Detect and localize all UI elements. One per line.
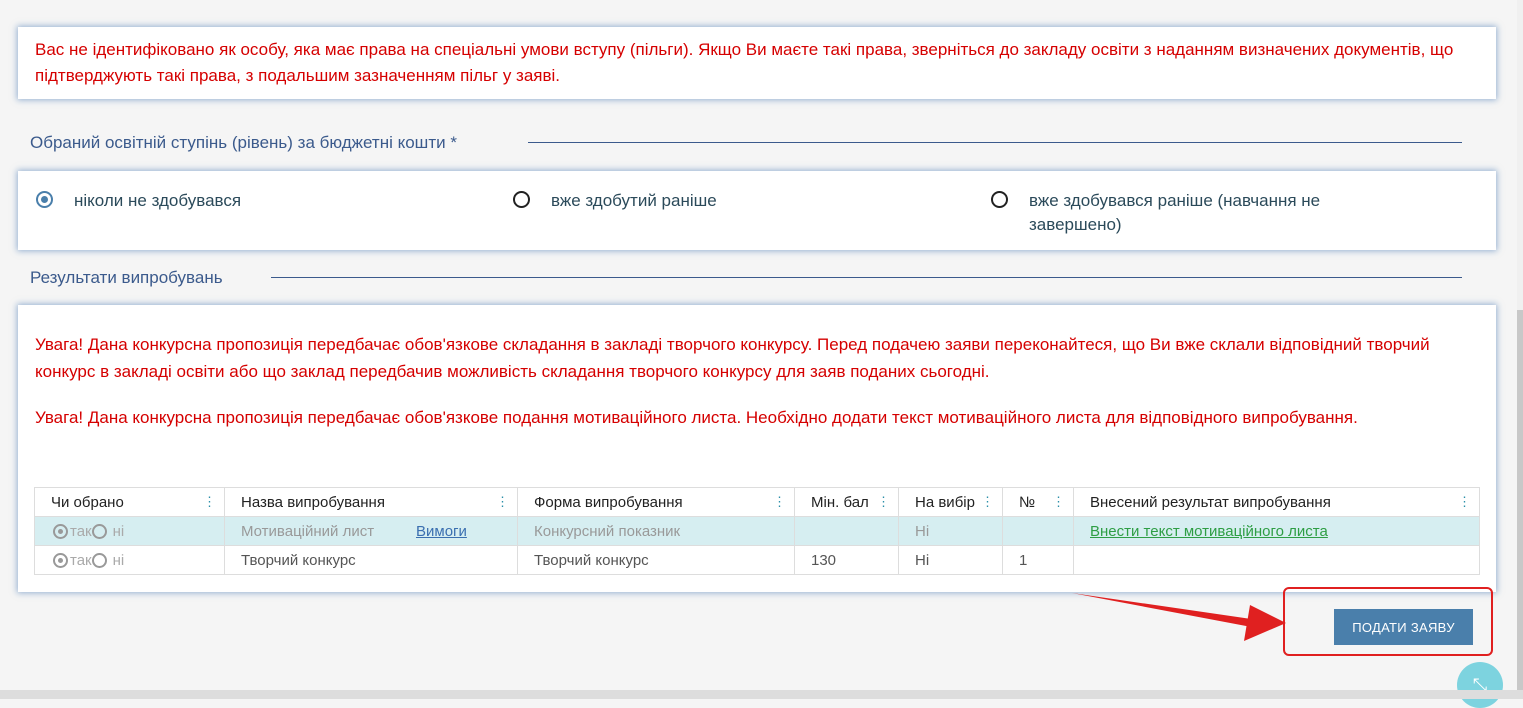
radio-no-label: ні	[112, 551, 125, 569]
degree-section-title: Обраний освітній ступінь (рівень) за бюд…	[30, 133, 457, 152]
kebab-icon[interactable]: ⋮	[203, 495, 216, 509]
annotation-arrow	[1072, 593, 1286, 641]
degree-option-never[interactable]: ніколи не здобувався	[36, 189, 476, 213]
exam-results-table: Чи обрано ⋮ Назва випробування ⋮ Форма вип…	[34, 487, 1480, 575]
table-row: так ні Творчий конкурс Творчий конкурс 13…	[34, 545, 1480, 575]
degree-option-obtained[interactable]: вже здобутий раніше	[513, 189, 953, 213]
kebab-icon[interactable]: ⋮	[496, 495, 509, 509]
radio-no-icon[interactable]	[91, 523, 107, 539]
column-header-name[interactable]: Назва випробування ⋮	[224, 487, 518, 517]
degree-option-incomplete[interactable]: вже здобувався раніше (навчання не завер…	[991, 189, 1371, 237]
column-header-form[interactable]: Форма випробування ⋮	[517, 487, 795, 517]
kebab-icon[interactable]: ⋮	[877, 495, 890, 509]
privileges-alert-text: Вас не ідентифіковано як особу, яка має …	[35, 40, 1454, 85]
column-header-optional[interactable]: На вибір ⋮	[898, 487, 1003, 517]
scrollbar-thumb[interactable]	[1517, 310, 1523, 690]
selected-cell: так ні	[34, 545, 225, 575]
creative-contest-warning: Увага! Дана конкурсна пропозиція передба…	[35, 335, 1430, 381]
collapse-icon[interactable]: ⤡	[1457, 662, 1503, 708]
optional-cell: Ні	[898, 516, 1003, 546]
column-header-min-score[interactable]: Мін. бал ⋮	[794, 487, 899, 517]
column-header-number[interactable]: № ⋮	[1002, 487, 1074, 517]
radio-no-icon[interactable]	[91, 552, 107, 568]
selected-cell: так ні	[34, 516, 225, 546]
requirements-link[interactable]: Вимоги	[416, 523, 467, 540]
number-cell: 1	[1002, 545, 1074, 575]
exam-name-cell: Творчий конкурс	[224, 545, 518, 575]
result-cell: Внести текст мотиваційного листа	[1073, 516, 1480, 546]
radio-yes-label: так	[70, 522, 92, 540]
radio-yes-label: так	[70, 551, 92, 569]
degree-section-divider	[528, 142, 1462, 143]
results-section-title: Результати випробувань	[30, 268, 223, 287]
enter-motivation-letter-link[interactable]: Внести текст мотиваційного листа	[1090, 523, 1328, 540]
min-score-cell	[794, 516, 899, 546]
degree-option-label: вже здобутий раніше	[551, 191, 717, 210]
submit-application-button[interactable]: ПОДАТИ ЗАЯВУ	[1334, 609, 1473, 645]
kebab-icon[interactable]: ⋮	[1052, 495, 1065, 509]
table-row: так ні Мотиваційний лист Вимоги Конкурсни…	[34, 516, 1480, 546]
radio-checked-icon[interactable]	[36, 191, 53, 208]
number-cell	[1002, 516, 1074, 546]
degree-option-label: вже здобувався раніше (навчання не завер…	[1029, 191, 1321, 234]
exam-name: Мотиваційний лист	[241, 522, 375, 540]
result-cell	[1073, 545, 1480, 575]
radio-yes-icon[interactable]	[53, 523, 68, 539]
min-score-cell: 130	[794, 545, 899, 575]
radio-unchecked-icon[interactable]	[991, 191, 1008, 208]
optional-cell: Ні	[898, 545, 1003, 575]
motivation-letter-warning: Увага! Дана конкурсна пропозиція передба…	[35, 408, 1358, 427]
kebab-icon[interactable]: ⋮	[981, 495, 994, 509]
column-header-result[interactable]: Внесений результат випробування ⋮	[1073, 487, 1480, 517]
degree-option-label: ніколи не здобувався	[74, 191, 242, 210]
degree-options-card: ніколи не здобувався вже здобутий раніше…	[18, 171, 1496, 250]
results-section-divider	[271, 277, 1462, 278]
exam-name-cell: Мотиваційний лист Вимоги	[224, 516, 518, 546]
exam-form-cell: Конкурсний показник	[517, 516, 795, 546]
radio-unchecked-icon[interactable]	[513, 191, 530, 208]
horizontal-scrollbar[interactable]	[0, 690, 1523, 699]
column-header-selected[interactable]: Чи обрано ⋮	[34, 487, 225, 517]
kebab-icon[interactable]: ⋮	[773, 495, 786, 509]
exam-form-cell: Творчий конкурс	[517, 545, 795, 575]
kebab-icon[interactable]: ⋮	[1458, 495, 1471, 509]
table-header-row: Чи обрано ⋮ Назва випробування ⋮ Форма вип…	[34, 487, 1480, 517]
radio-yes-icon[interactable]	[53, 552, 68, 568]
radio-no-label: ні	[112, 522, 125, 540]
privileges-alert-card: Вас не ідентифіковано як особу, яка має …	[18, 27, 1496, 99]
results-card: Увага! Дана конкурсна пропозиція передба…	[18, 305, 1496, 592]
